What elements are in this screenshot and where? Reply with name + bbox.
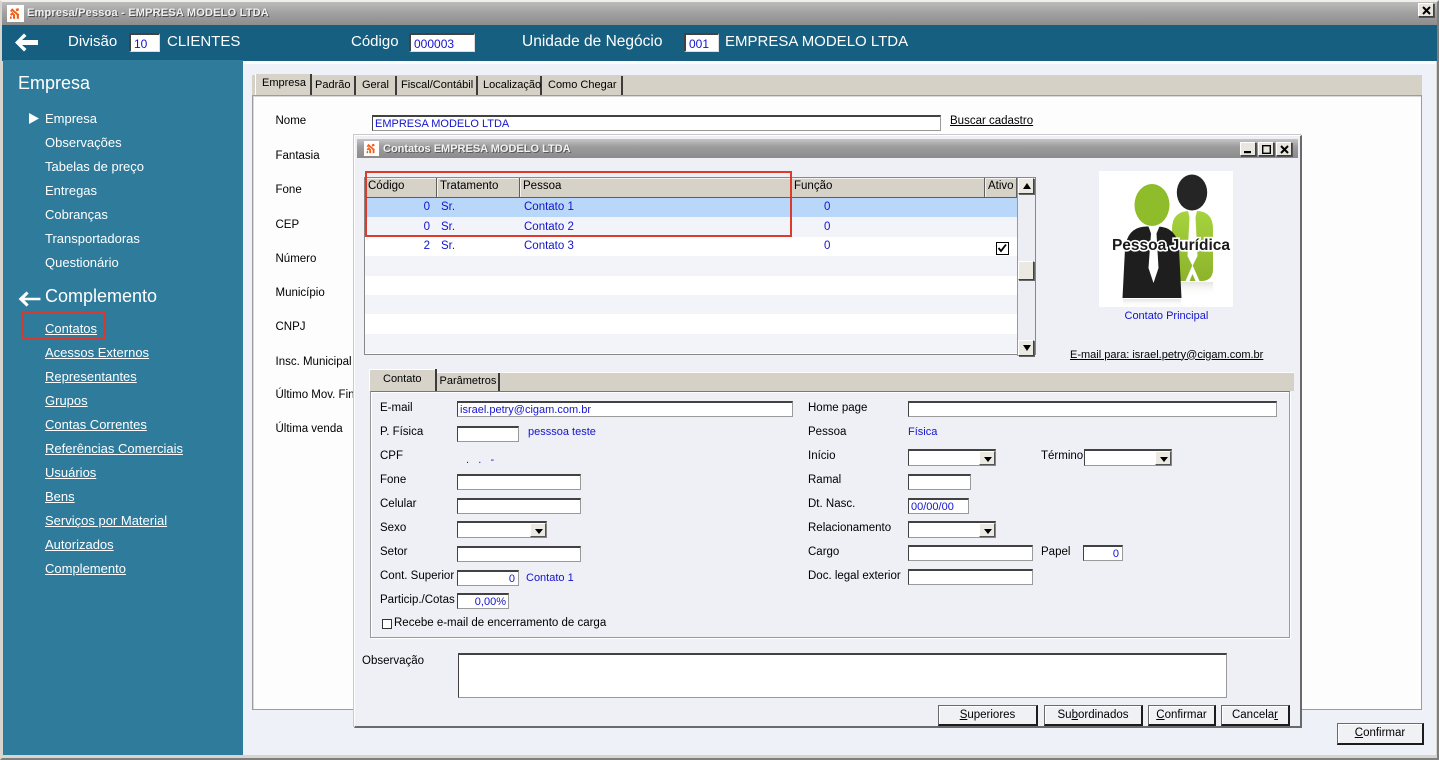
svg-text:Pessoa Jurídica: Pessoa Jurídica bbox=[1112, 237, 1230, 254]
